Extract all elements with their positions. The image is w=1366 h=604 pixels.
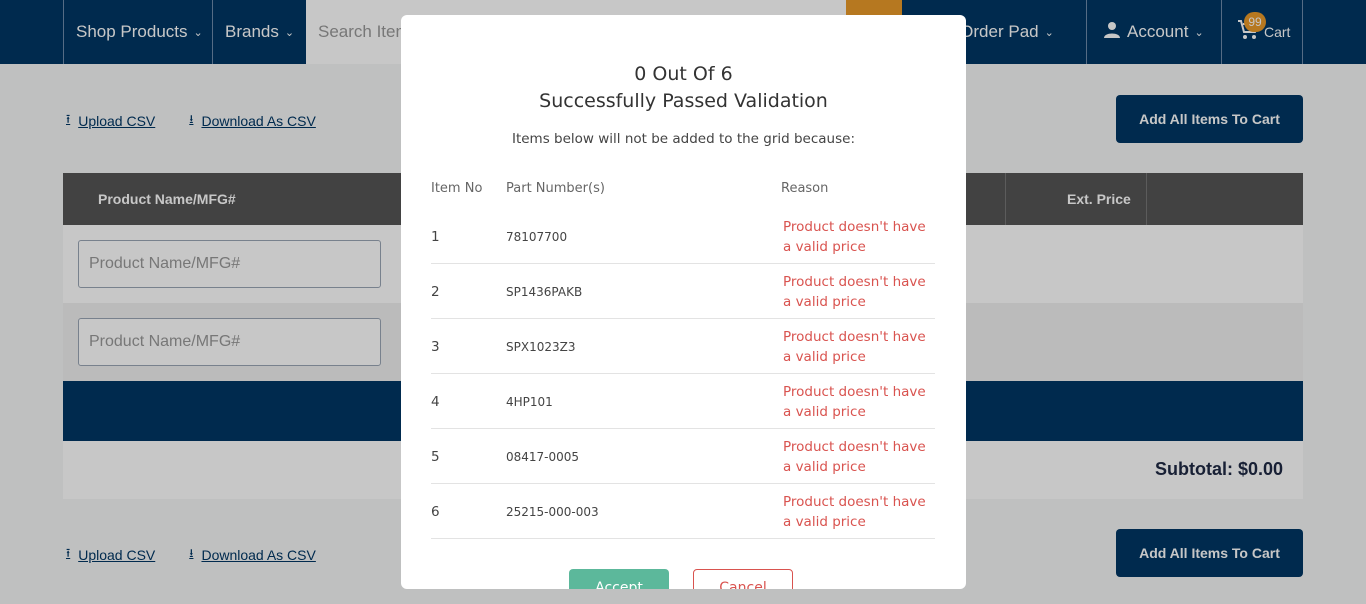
item-no: 4 [431,393,440,410]
item-no: 5 [431,448,440,465]
validation-row: 1 78107700 Product doesn't have a valid … [431,209,935,264]
reason-text: Product doesn't have a valid price [783,328,926,365]
accept-button[interactable]: Accept [569,569,669,589]
modal-title-count: 0 Out Of 6 [634,63,733,85]
reason-text: Product doesn't have a valid price [783,383,926,420]
part-number: SPX1023Z3 [506,339,576,354]
reason-text: Product doesn't have a valid price [783,218,926,255]
validation-row: 4 4HP101 Product doesn't have a valid pr… [431,374,935,429]
part-number: SP1436PAKB [506,284,583,299]
col-item-no-header: Item No [431,181,483,196]
modal-title: Successfully Passed Validation [539,90,828,112]
part-number: 78107700 [506,229,568,244]
reason-text: Product doesn't have a valid price [783,438,926,475]
item-no: 1 [431,228,440,245]
part-number: 4HP101 [506,394,553,409]
reason-text: Product doesn't have a valid price [783,493,926,530]
item-no: 3 [431,338,440,355]
col-reason-header: Reason [781,181,829,196]
modal-subtitle: Items below will not be added to the gri… [511,131,856,147]
validation-row: 6 25215-000-003 Product doesn't have a v… [431,484,935,539]
validation-row: 5 08417-0005 Product doesn't have a vali… [431,429,935,484]
item-no: 6 [431,503,440,520]
part-number: 08417-0005 [506,449,580,464]
validation-row: 2 SP1436PAKB Product doesn't have a vali… [431,264,935,319]
item-no: 2 [431,283,440,300]
cancel-button[interactable]: Cancel [693,569,793,589]
validation-modal: 0 Out Of 6 Successfully Passed Validatio… [401,15,966,589]
validation-row: 3 SPX1023Z3 Product doesn't have a valid… [431,319,935,374]
reason-text: Product doesn't have a valid price [783,273,926,310]
part-number: 25215-000-003 [506,504,599,519]
col-part-header: Part Number(s) [506,181,605,196]
